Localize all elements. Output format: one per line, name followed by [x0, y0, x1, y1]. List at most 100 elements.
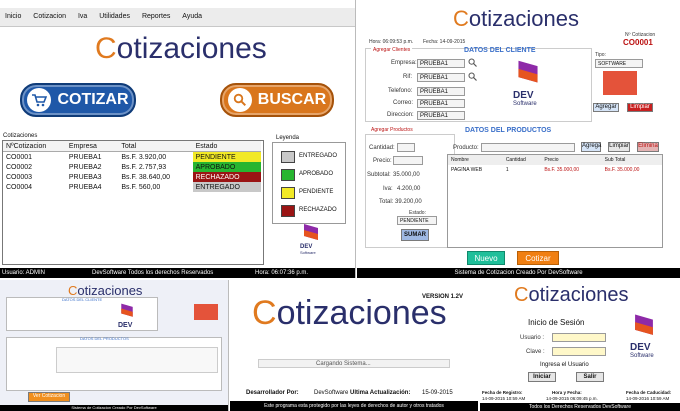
thumb-table — [56, 347, 218, 373]
cotizar-button[interactable]: COTIZAR — [20, 83, 136, 117]
agrega-product-button[interactable]: Agrega — [581, 142, 601, 152]
menu-cotizacion[interactable]: Cotizacion — [28, 8, 71, 26]
cantidad-field[interactable] — [397, 143, 415, 152]
rif-field[interactable]: PRUEBA1 — [417, 73, 465, 82]
col-cantidad[interactable]: Cantidad — [503, 155, 542, 165]
elimina-product-button[interactable]: Elimina — [637, 142, 659, 152]
row-subtotal: Bs.F. 35.000,00 — [604, 167, 640, 173]
legend-title: Leyenda — [276, 135, 300, 141]
splash-footer: Este programa esta protegido por las ley… — [230, 401, 478, 411]
status-time: Hora: 06:07:36 p.m. — [255, 270, 309, 276]
reg-label: Fecha de Registro: — [482, 390, 523, 395]
row-num: CO0002 — [6, 163, 33, 171]
empresa-field[interactable]: PRUEBA1 — [417, 59, 465, 68]
table-row[interactable]: CO0002 PRUEBA2 Bs.F. 2.757,93 APROBADO — [3, 162, 261, 172]
thumb-datos-cliente: DATOS DEL CLIENTE — [62, 297, 103, 302]
update-label: Ultima Actualización: — [350, 390, 411, 396]
col-subtotal[interactable]: Sub Total — [602, 155, 662, 165]
subtotal-value: 35.000,00 — [393, 172, 420, 178]
login-title: Inicio de Sesión — [528, 318, 585, 327]
login-hint: Ingresa el Usuario — [540, 362, 589, 368]
cotizaciones-table: NºCotizacion Empresa Total Estado CO0001… — [2, 140, 264, 265]
limpiar-product-button[interactable]: Limpiar — [608, 142, 630, 152]
col-nombre[interactable]: Nombre — [448, 155, 503, 165]
login-logo: Cotizaciones — [514, 284, 629, 306]
producto-field[interactable] — [481, 143, 575, 152]
row-empresa: PRUEBA4 — [68, 183, 102, 191]
nuevo-button[interactable]: Nuevo — [467, 251, 505, 265]
splash-logo: Cotizaciones — [252, 294, 447, 332]
row-total: Bs.F. 38.640,00 — [121, 173, 171, 181]
direccion-field[interactable]: PRUEBA1 — [417, 111, 465, 120]
tipo-label: Tipo: — [595, 52, 606, 58]
row-empresa: PRUEBA2 — [68, 163, 102, 171]
cad-value: 14-09-2016 10:59 AM — [626, 396, 670, 401]
legend-swatch — [281, 187, 295, 199]
col-ncotizacion[interactable]: NºCotizacion — [3, 141, 66, 152]
direccion-label: Direccion: — [387, 112, 414, 118]
menu-reportes[interactable]: Reportes — [137, 8, 175, 26]
usuario-field[interactable] — [552, 333, 606, 342]
precio-field[interactable] — [393, 156, 423, 165]
hora-value: 14-09-2015 06:09:45 p.m. — [546, 396, 598, 401]
col-estado[interactable]: Estado — [193, 141, 261, 152]
telefono-field[interactable]: PRUEBA1 — [417, 87, 465, 96]
cotizar-quote-button[interactable]: Cotizar — [517, 251, 559, 265]
cantidad-label: Cantidad: — [369, 145, 395, 151]
limpiar-client-button[interactable]: Limpiar — [627, 103, 653, 112]
dev-label: Desarrollador Por: — [246, 390, 299, 396]
legend-label: ENTREGADO — [299, 153, 338, 159]
thumb-logo: Cotizaciones — [68, 283, 143, 298]
salir-button[interactable]: Salir — [576, 372, 604, 382]
menu-utilidades[interactable]: Utilidades — [94, 8, 135, 26]
login-window: Cotizaciones Inicio de Sesión Usuario : … — [480, 280, 680, 411]
row-precio: Bs.F. 35.000,00 — [544, 167, 580, 173]
devsoftware-logo: DEV — [118, 302, 146, 332]
thumb-window: Cotizaciones DATOS DEL CLIENTE DEV DATOS… — [0, 280, 229, 411]
sumar-button[interactable]: SUMAR — [401, 229, 429, 241]
legend-label: PENDIENTE — [299, 189, 334, 195]
agregar-clientes-tab[interactable]: Agregar Clientes — [371, 47, 413, 53]
subtotal-label: Subtotal: — [367, 172, 391, 178]
legend-label: APROBADO — [299, 171, 334, 177]
usuario-label: Usuario : — [520, 335, 545, 341]
agregar-client-button[interactable]: Agregar — [593, 103, 619, 112]
row-estado: RECHAZADO — [192, 172, 261, 182]
clave-field[interactable] — [552, 347, 606, 356]
table-row[interactable]: PAGINA WEB 1 Bs.F. 35.000,00 Bs.F. 35.00… — [448, 165, 662, 175]
col-total[interactable]: Total — [118, 141, 192, 152]
quote-logo: Cotizaciones — [453, 6, 579, 31]
menu-iva[interactable]: Iva — [73, 8, 92, 26]
menu-ayuda[interactable]: Ayuda — [177, 8, 207, 26]
legend-label: RECHAZADO — [299, 207, 337, 213]
table-row[interactable]: CO0001 PRUEBA1 Bs.F. 3.920,00 PENDIENTE — [3, 151, 261, 162]
agregar-productos-tab[interactable]: Agregar Productos — [371, 127, 413, 133]
total-value: 39.200,00 — [395, 199, 422, 205]
search-icon[interactable] — [468, 72, 477, 83]
thumb-datos-productos: DATOS DEL PRODUCTOS — [80, 336, 129, 341]
empresa-label: Empresa: — [391, 60, 417, 66]
ver-cotizacion-button[interactable]: Ver Cotizacion — [28, 392, 70, 402]
telefono-label: Telefono: — [388, 88, 413, 94]
estado-select[interactable]: PENDIENTE — [397, 216, 437, 225]
correo-field[interactable]: PRUEBA1 — [417, 99, 465, 108]
correo-label: Correo: — [393, 100, 414, 106]
buscar-button[interactable]: BUSCAR — [220, 83, 334, 117]
tipo-select[interactable]: SOFTWARE — [595, 59, 643, 68]
row-cantidad: 1 — [505, 167, 509, 173]
table-row[interactable]: CO0004 PRUEBA4 Bs.F. 560,00 ENTREGADO — [3, 182, 261, 192]
col-empresa[interactable]: Empresa — [66, 141, 119, 152]
producto-label: Producto: — [453, 145, 479, 151]
menu-inicio[interactable]: Inicio — [0, 8, 26, 26]
row-empresa: PRUEBA1 — [68, 153, 102, 161]
search-icon[interactable] — [468, 58, 477, 69]
search-icon — [227, 88, 252, 112]
splash-window: VERSION 1.2V Cotizaciones Cargando Siste… — [230, 280, 478, 411]
table-row[interactable]: CO0003 PRUEBA3 Bs.F. 38.640,00 RECHAZADO — [3, 172, 261, 182]
iniciar-button[interactable]: Iniciar — [528, 372, 556, 382]
update-value: 15-09-2015 — [422, 390, 453, 396]
row-empresa: PRUEBA3 — [68, 173, 102, 181]
thumb-image — [194, 304, 218, 320]
col-precio[interactable]: Precio — [541, 155, 601, 165]
legend-swatch — [281, 151, 295, 163]
